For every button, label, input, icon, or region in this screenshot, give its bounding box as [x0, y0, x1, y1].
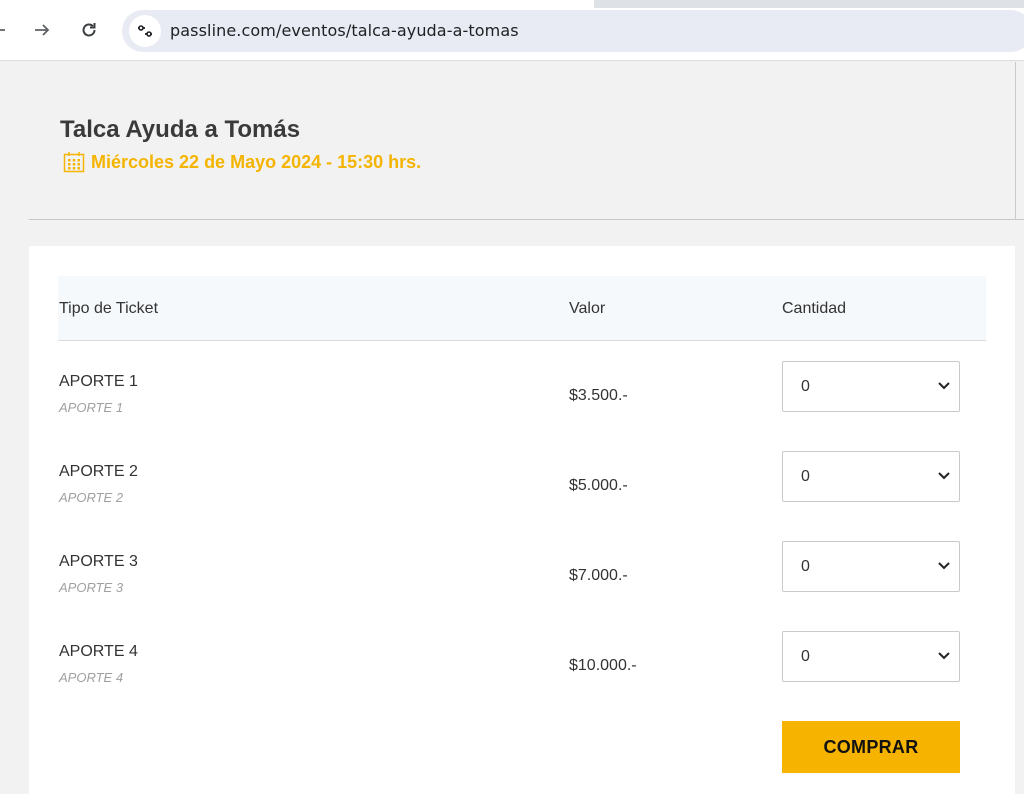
tab-strip	[594, 0, 1024, 8]
table-row: APORTE 2 APORTE 2 $5.000.- 0	[58, 451, 986, 553]
table-row: APORTE 1 APORTE 1 $3.500.- 0	[58, 361, 986, 463]
forward-arrow-icon	[35, 24, 50, 36]
ticket-card: Tipo de Ticket Valor Cantidad APORTE 1 A…	[29, 246, 1015, 794]
ticket-subtitle: APORTE 1	[59, 400, 124, 415]
ticket-subtitle: APORTE 4	[59, 670, 124, 685]
site-settings-icon	[138, 25, 152, 37]
address-bar[interactable]: passline.com/eventos/talca-ayuda-a-tomas	[122, 10, 1024, 52]
ticket-price: $10.000.-	[569, 657, 637, 674]
ticket-price: $7.000.-	[569, 567, 628, 584]
column-header-type: Tipo de Ticket	[59, 300, 159, 317]
header-divider	[29, 219, 1024, 220]
event-date-row: Miércoles 22 de Mayo 2024 - 15:30 hrs.	[63, 151, 421, 173]
divider	[1015, 62, 1016, 220]
event-date: Miércoles 22 de Mayo 2024 - 15:30 hrs.	[91, 151, 422, 172]
quantity-select[interactable]: 0	[782, 361, 960, 412]
forward-button[interactable]	[26, 14, 58, 46]
url-text[interactable]: passline.com/eventos/talca-ayuda-a-tomas	[170, 21, 519, 40]
ticket-name: APORTE 2	[59, 463, 138, 480]
ticket-price: $5.000.-	[569, 477, 628, 494]
ticket-name: APORTE 4	[59, 643, 138, 660]
table-row: APORTE 3 APORTE 3 $7.000.- 0	[58, 541, 986, 643]
reload-icon	[82, 23, 96, 37]
column-header-quantity: Cantidad	[782, 300, 847, 317]
ticket-subtitle: APORTE 3	[59, 580, 124, 595]
quantity-value: 0	[801, 558, 810, 575]
table-header: Tipo de Ticket Valor Cantidad	[58, 276, 986, 341]
back-arrow-icon	[0, 29, 5, 31]
ticket-name: APORTE 3	[59, 553, 138, 570]
page-content: Talca Ayuda a Tomás Miércoles 22 de Mayo…	[0, 62, 1024, 794]
quantity-select[interactable]: 0	[782, 541, 960, 592]
browser-toolbar: passline.com/eventos/talca-ayuda-a-tomas	[0, 0, 1024, 61]
back-button[interactable]	[0, 14, 14, 46]
reload-button[interactable]	[73, 14, 105, 46]
chevron-down-icon	[938, 652, 950, 660]
quantity-value: 0	[801, 648, 810, 665]
quantity-value: 0	[801, 378, 810, 395]
chevron-down-icon	[938, 562, 950, 570]
quantity-select[interactable]: 0	[782, 451, 960, 502]
chevron-down-icon	[938, 472, 950, 480]
chevron-down-icon	[938, 382, 950, 390]
calendar-icon	[63, 152, 85, 173]
ticket-subtitle: APORTE 2	[59, 490, 124, 505]
quantity-select[interactable]: 0	[782, 631, 960, 682]
site-settings-button[interactable]	[129, 15, 161, 47]
column-header-value: Valor	[569, 300, 606, 317]
ticket-name: APORTE 1	[59, 373, 138, 390]
quantity-value: 0	[801, 468, 810, 485]
table-row: APORTE 4 APORTE 4 $10.000.- 0	[58, 631, 986, 733]
event-title: Talca Ayuda a Tomás	[60, 116, 301, 143]
ticket-price: $3.500.-	[569, 387, 628, 404]
buy-button[interactable]: COMPRAR	[782, 721, 960, 773]
